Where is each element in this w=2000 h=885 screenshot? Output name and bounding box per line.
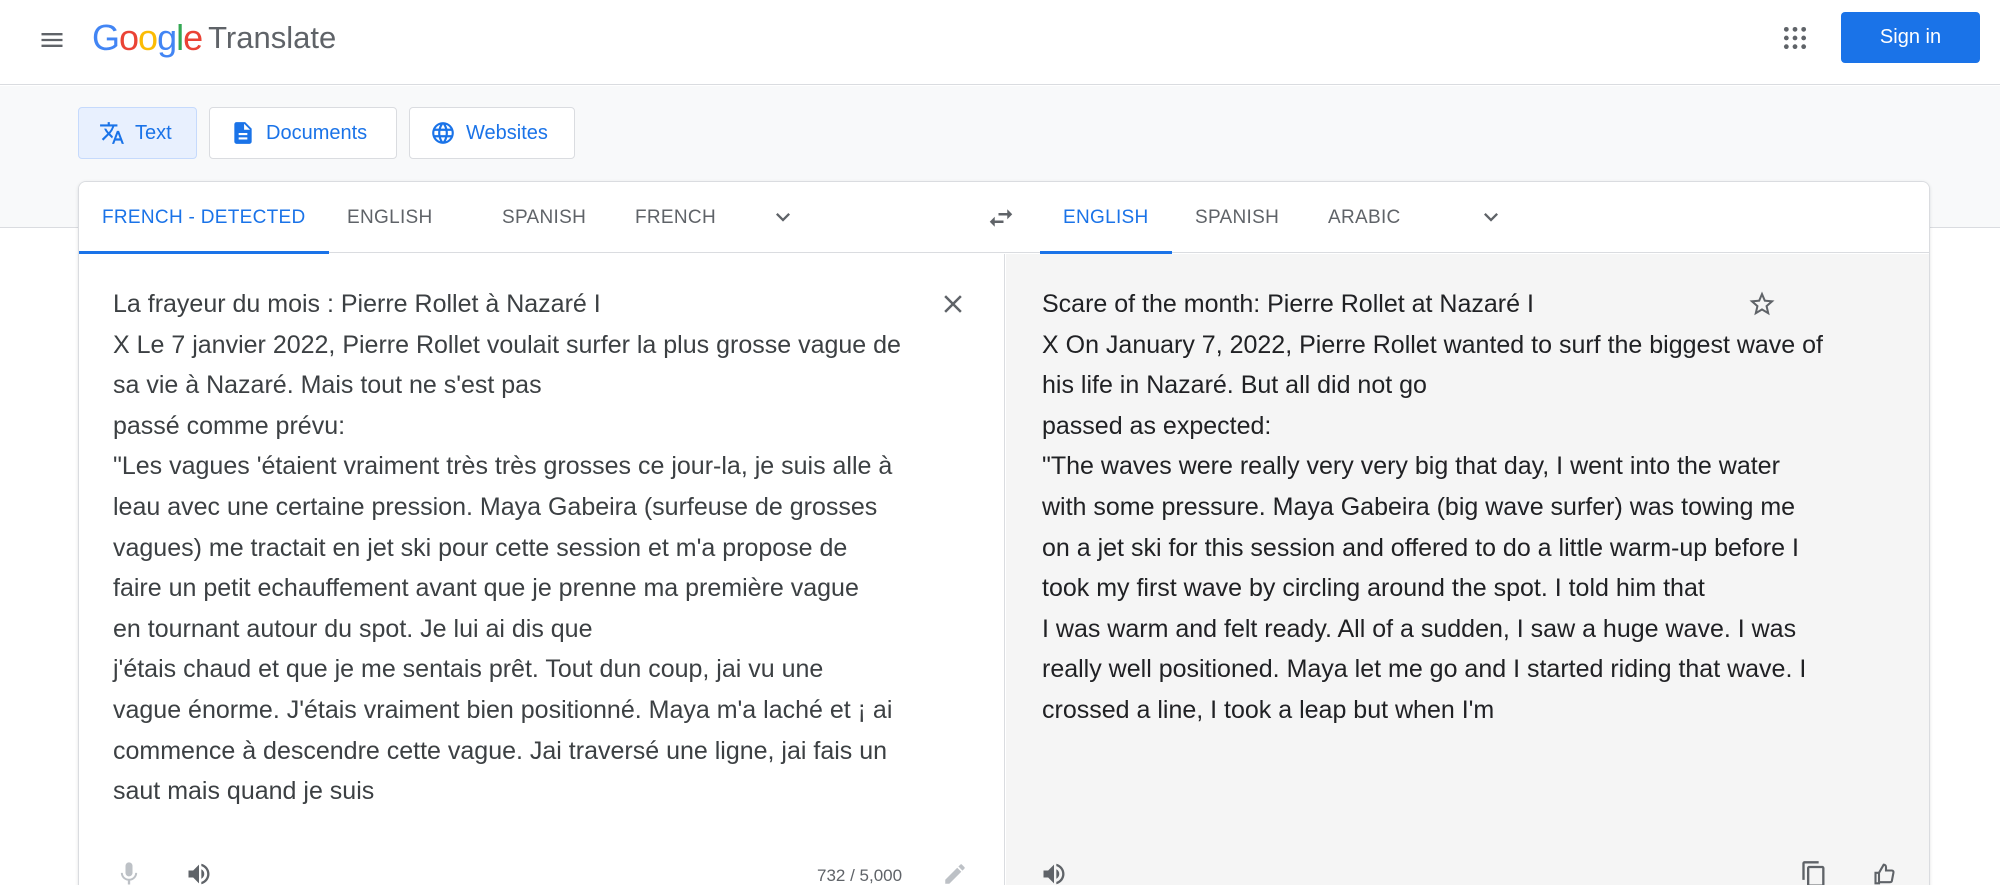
source-text-line: sa vie à Nazaré. Mais tout ne s'est pas <box>113 371 542 400</box>
source-lang-english-tab[interactable]: ENGLISH <box>324 182 456 253</box>
documents-mode-button[interactable]: Documents <box>209 107 397 159</box>
translation-text-line: really well positioned. Maya let me go a… <box>1042 655 1807 684</box>
google-apps-icon[interactable] <box>1772 15 1818 61</box>
websites-mode-button[interactable]: Websites <box>409 107 575 159</box>
text-mode-button[interactable]: Text <box>78 107 197 159</box>
main-menu-icon[interactable] <box>30 18 74 62</box>
source-text-line: vagues) me tractait en jet ski pour cett… <box>113 533 848 562</box>
source-textarea[interactable]: La frayeur du mois : Pierre Rollet à Naz… <box>113 284 923 812</box>
translation-text-line: took my first wave by circling around th… <box>1042 574 1705 603</box>
source-lang-spanish-tab[interactable]: SPANISH <box>479 182 609 253</box>
clear-source-close-icon[interactable] <box>933 284 973 324</box>
source-lang-french-tab[interactable]: FRENCH <box>612 182 739 253</box>
translation-text: Scare of the month: Pierre Rollet at Naz… <box>1042 284 1852 731</box>
target-lang-more-chevron-down-icon[interactable] <box>1471 197 1511 237</box>
text-mode-label: Text <box>135 121 172 144</box>
google-translate-logo[interactable]: Google Translate <box>92 16 336 60</box>
translation-card: FRENCH - DETECTED ENGLISH SPANISH FRENCH… <box>78 181 1930 885</box>
globe-icon <box>432 122 454 144</box>
translation-text-line: crossed a line, I took a leap but when I… <box>1042 695 1495 724</box>
documents-mode-label: Documents <box>266 121 368 144</box>
source-text-line: La frayeur du mois : Pierre Rollet à Naz… <box>113 290 601 318</box>
translation-text-line: Scare of the month: Pierre Rollet at Naz… <box>1042 290 1534 318</box>
translation-text-line: his life in Nazaré. But all did not go <box>1042 371 1427 400</box>
translate-icon <box>100 122 124 144</box>
source-listen-speaker-icon[interactable] <box>179 854 219 885</box>
websites-mode-label: Websites <box>466 121 548 144</box>
translation-text-line: with some pressure. Maya Gabeira (big wa… <box>1042 492 1796 521</box>
document-icon <box>234 122 252 144</box>
translation-result-pane: Scare of the month: Pierre Rollet at Naz… <box>1006 254 1929 885</box>
target-lang-spanish-tab[interactable]: SPANISH <box>1172 182 1302 253</box>
target-lang-english-tab[interactable]: ENGLISH <box>1040 182 1172 254</box>
copy-icon[interactable] <box>1794 854 1834 885</box>
source-text-line: X Le 7 janvier 2022, Pierre Rollet voula… <box>113 330 901 359</box>
character-count: 732 / 5,000 <box>817 866 903 885</box>
source-text-line: vague énorme. J'étais vraiment bien posi… <box>113 695 893 724</box>
source-lang-more-chevron-down-icon[interactable] <box>763 197 803 237</box>
source-text-line: leau avec une certaine pression. Maya Ga… <box>113 492 878 521</box>
google-logo-letter: e <box>183 17 203 58</box>
microphone-icon[interactable] <box>109 854 149 885</box>
translation-text-line: X On January 7, 2022, Pierre Rollet want… <box>1042 330 1823 359</box>
edit-pencil-icon[interactable] <box>935 854 975 885</box>
translation-text-line: on a jet ski for this session and offere… <box>1042 533 1799 562</box>
app-header: Google Translate Sign in <box>0 0 2000 85</box>
save-translation-star-icon[interactable] <box>1742 284 1782 324</box>
sign-in-button[interactable]: Sign in <box>1841 12 1980 63</box>
google-logo-letter: o <box>119 17 139 58</box>
swap-languages-icon[interactable] <box>979 196 1023 240</box>
target-listen-speaker-icon[interactable] <box>1034 854 1074 885</box>
source-text-line: commence à descendre cette vague. Jai tr… <box>113 736 888 765</box>
source-text-line: "Les vagues 'étaient vraiment très très … <box>113 452 893 481</box>
source-text-line: j'étais chaud et que je me sentais prêt.… <box>113 655 824 684</box>
source-lang-detected-tab[interactable]: FRENCH - DETECTED <box>79 182 329 254</box>
translation-text-line: I was warm and felt ready. All of a sudd… <box>1042 614 1797 643</box>
source-text-line: saut mais quand je suis <box>113 777 375 806</box>
source-text-line: en tournant autour du spot. Je lui ai di… <box>113 614 593 643</box>
target-lang-arabic-tab[interactable]: ARABIC <box>1305 182 1424 253</box>
google-logo-letter: g <box>157 17 177 58</box>
source-text-line: passé comme prévu: <box>113 411 346 440</box>
language-bar: FRENCH - DETECTED ENGLISH SPANISH FRENCH… <box>79 182 1929 254</box>
translation-text-line: passed as expected: <box>1042 411 1272 440</box>
translation-text-line: "The waves were really very very big tha… <box>1042 452 1780 481</box>
product-name: Translate <box>208 20 337 55</box>
google-logo-letter: o <box>138 17 158 58</box>
source-text-line: faire un petit echauffement avant que je… <box>113 574 859 603</box>
google-logo-letter: G <box>92 17 120 58</box>
source-text-pane[interactable]: La frayeur du mois : Pierre Rollet à Naz… <box>79 254 1005 885</box>
rate-translation-thumbs-icon[interactable] <box>1866 854 1906 885</box>
google-logo: Google <box>92 17 203 59</box>
